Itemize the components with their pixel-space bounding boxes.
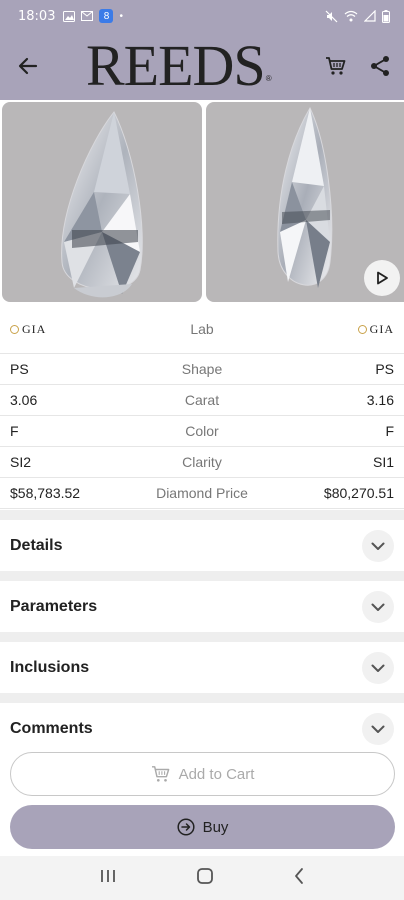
chevron-down-icon <box>371 542 385 550</box>
cell-right: F <box>385 423 394 439</box>
table-row-clarity: SI2 Clarity SI1 <box>0 447 404 478</box>
expand-button[interactable] <box>362 713 394 745</box>
back-arrow-icon <box>18 57 38 75</box>
status-notification-icons: 8 • <box>63 9 123 23</box>
section-divider <box>0 693 404 703</box>
gia-text-right: GIA <box>369 321 394 336</box>
section-divider <box>0 571 404 581</box>
table-row-carat: 3.06 Carat 3.16 <box>0 385 404 416</box>
play-video-button[interactable] <box>364 260 400 296</box>
cell-right: SI1 <box>372 454 394 470</box>
notification-badge-icon: 8 <box>99 9 114 23</box>
section-title: Details <box>10 536 63 554</box>
system-nav-bar <box>0 856 404 900</box>
recents-icon <box>101 869 116 882</box>
status-bar: 18:03 8 • <box>0 0 404 32</box>
buy-arrow-icon <box>177 818 195 836</box>
share-button[interactable] <box>362 46 398 86</box>
status-system-icons <box>325 9 390 23</box>
signal-icon <box>364 10 376 22</box>
mail-icon <box>81 11 94 21</box>
buy-label: Buy <box>202 818 229 836</box>
diamond-image-left[interactable] <box>2 102 202 302</box>
section-details[interactable]: Details <box>0 520 404 571</box>
bottom-actions: Add to Cart Buy <box>0 748 404 856</box>
recents-button[interactable] <box>99 868 117 889</box>
chevron-down-icon <box>371 725 385 733</box>
gia-text-left: GIA <box>22 321 47 336</box>
section-title: Comments <box>10 719 93 737</box>
chevron-down-icon <box>371 603 385 611</box>
comparison-table: GIA Lab GIA PS Shape PS 3.06 Carat 3.16 … <box>0 304 404 509</box>
gallery-icon <box>63 10 76 22</box>
status-time: 18:03 <box>18 8 56 24</box>
table-row-price: $58,783.52 Diamond Price $80,270.51 <box>0 478 404 509</box>
section-divider <box>0 510 404 520</box>
home-button[interactable] <box>196 867 214 890</box>
table-row-color: F Color F <box>0 416 404 447</box>
play-icon <box>377 271 388 285</box>
nav-back-icon <box>294 867 303 884</box>
back-button[interactable] <box>0 32 56 100</box>
diamond-image-carousel[interactable] <box>0 100 404 304</box>
share-icon <box>371 56 389 76</box>
notification-badge-count: 8 <box>103 10 110 22</box>
expand-button[interactable] <box>362 530 394 562</box>
gia-seal-icon <box>357 324 367 334</box>
nav-back-button[interactable] <box>293 867 305 890</box>
battery-icon <box>382 9 390 23</box>
brand-logo-text: REEDS <box>86 33 266 98</box>
diamond-image-right[interactable] <box>206 102 404 302</box>
buy-button[interactable]: Buy <box>10 805 395 849</box>
cart-icon <box>326 57 346 75</box>
cell-left: PS <box>10 361 29 377</box>
expand-button[interactable] <box>362 591 394 623</box>
app-header: REEDS® <box>0 32 404 100</box>
lab-left-cell: GIA <box>10 321 202 337</box>
brand-logo: REEDS® <box>86 33 272 109</box>
section-parameters[interactable]: Parameters <box>0 581 404 632</box>
section-divider <box>0 632 404 642</box>
gia-logo-left: GIA <box>10 322 46 337</box>
cell-left: SI2 <box>10 454 32 470</box>
add-to-cart-label: Add to Cart <box>178 765 255 783</box>
cell-left: F <box>10 423 19 439</box>
cell-left: $58,783.52 <box>10 485 81 501</box>
dot-icon: • <box>119 10 123 22</box>
cart-button[interactable] <box>318 46 354 86</box>
section-inclusions[interactable]: Inclusions <box>0 642 404 693</box>
add-to-cart-button[interactable]: Add to Cart <box>10 752 395 796</box>
gia-logo-right: GIA <box>357 321 394 337</box>
lab-right-cell: GIA <box>202 321 394 337</box>
cart-icon <box>151 766 169 782</box>
section-title: Inclusions <box>10 658 90 676</box>
diamond-photo-left <box>61 111 143 298</box>
section-comments[interactable]: Comments <box>0 703 404 754</box>
cell-right: $80,270.51 <box>323 485 394 501</box>
wifi-icon <box>344 10 358 22</box>
table-row-lab: GIA Lab GIA <box>0 304 404 354</box>
cell-right: PS <box>375 361 394 377</box>
mute-icon <box>325 10 338 22</box>
table-row-shape: PS Shape PS <box>0 354 404 385</box>
home-icon <box>197 867 213 884</box>
cell-left: 3.06 <box>10 392 38 408</box>
gia-seal-icon <box>10 324 19 334</box>
brand-logo-mark: ® <box>265 74 272 83</box>
section-title: Parameters <box>10 597 98 615</box>
chevron-down-icon <box>371 664 385 672</box>
expand-button[interactable] <box>362 652 394 684</box>
cell-right: 3.16 <box>366 392 394 408</box>
